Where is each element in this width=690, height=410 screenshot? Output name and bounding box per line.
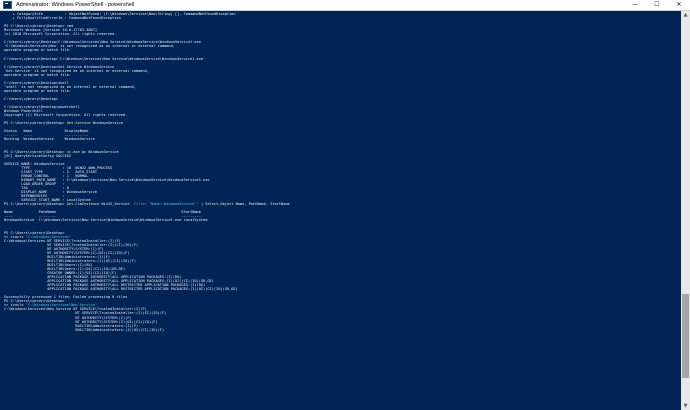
console-text-segment: APPLICATION PACKAGE AUTHORITY\ALL RESTRI…: [4, 287, 238, 292]
console-line: BUILTIN\Administrators:(I)(OI)(CI)(IO)(F…: [4, 328, 676, 332]
console-text-segment: operable program or batch file.: [4, 48, 72, 53]
console-text-segment: Get-CimInstance: [66, 202, 100, 207]
console-text-segment: + FullyQualifiedErrorId : CommandNotFoun…: [4, 16, 121, 21]
powershell-window: Administrator: Windows PowerShell - powe…: [0, 0, 690, 410]
console-text-segment: Select-Object: [205, 202, 234, 207]
console-text-segment: (c) 2018 Microsoft Corporation. All righ…: [4, 32, 117, 37]
title-bar[interactable]: Administrator: Windows PowerShell - powe…: [0, 0, 690, 11]
minimize-button[interactable]: —: [624, 0, 646, 10]
scrollbar-thumb[interactable]: [682, 293, 689, 379]
console-text-segment: [SC] QueryServiceConfig SUCCESS: [4, 153, 72, 158]
scroll-down-arrow-icon[interactable]: ▼: [681, 402, 690, 410]
console-text-segment: Name, PathName, StartName: [233, 202, 290, 207]
console-text-segment: "Name='WindowsService'": [149, 202, 199, 207]
console-output[interactable]: + CategoryInfo : ObjectNotFound: (C:\Win…: [4, 12, 676, 408]
powershell-icon: [3, 1, 12, 9]
console-text-segment: -Filter: [131, 202, 147, 207]
scroll-up-arrow-icon[interactable]: ▲: [681, 11, 690, 19]
console-text-segment: operable program or batch file.: [4, 72, 72, 77]
console-text-segment: PS C:\Users\cybrary\Desktop>: [4, 121, 67, 126]
console-text-segment: Copyright (C) Microsoft Corporation. All…: [4, 113, 128, 118]
console-text-segment: operable program or batch file.: [4, 88, 72, 93]
maximize-button[interactable]: ☐: [646, 0, 668, 10]
close-button[interactable]: ✕: [668, 0, 690, 10]
console-text-segment: Running WindowsService WindowsService: [4, 137, 95, 142]
window-title: Administrator: Windows PowerShell - powe…: [16, 2, 135, 8]
console-text-segment: WindowsService: [90, 121, 124, 126]
console-text-segment: Win32_Service: [99, 202, 132, 207]
console-text-segment: C:\Users\cybrary\Desktop>'C:\Windows\Ser…: [4, 56, 206, 61]
vertical-scrollbar[interactable]: ▲ ▼: [681, 11, 690, 410]
console-text-segment: WindowsService C:\Windows\Services\New S…: [4, 218, 208, 223]
console-text-segment: C:\Users\cybrary\Desktop>: [4, 96, 59, 101]
console-text-segment: BUILTIN\Administrators:(I)(OI)(CI)(IO)(F…: [4, 327, 165, 332]
console-text-segment: Get-Service: [66, 121, 91, 126]
console-text-segment: qc WindowsService: [79, 149, 119, 154]
window-controls: — ☐ ✕: [624, 0, 690, 10]
console-text-segment: PS C:\Users\cybrary\Desktop>: [4, 202, 67, 207]
